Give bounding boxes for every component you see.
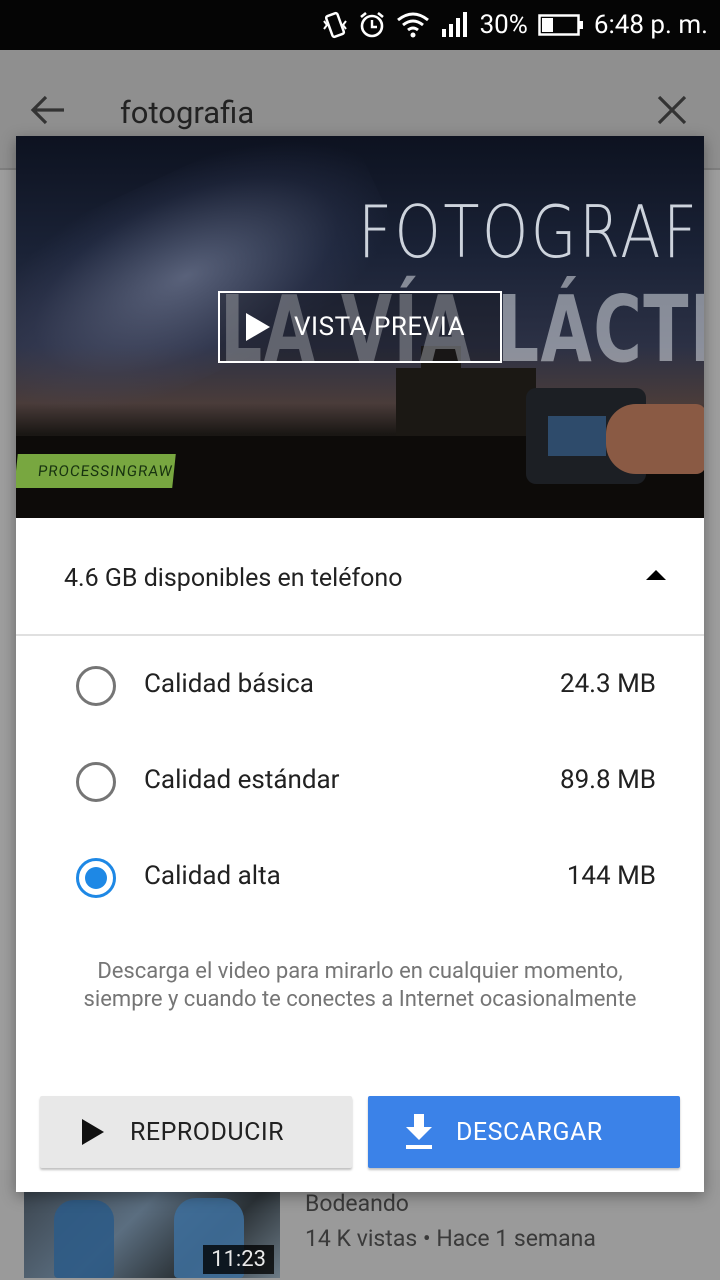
battery-percent: 30% xyxy=(479,10,528,40)
status-bar: 30% 6:48 p. m. xyxy=(0,0,720,50)
wifi-icon xyxy=(396,11,430,39)
close-icon[interactable] xyxy=(654,92,690,128)
quality-size: 89.8 MB xyxy=(559,765,656,795)
search-query[interactable]: fotografia xyxy=(120,94,254,131)
radio-button[interactable] xyxy=(76,762,116,802)
channel-tag: PROCESSINGRAW xyxy=(16,454,176,488)
status-icons: 30% 6:48 p. m. xyxy=(322,0,708,50)
quality-size: 24.3 MB xyxy=(559,669,656,699)
radio-button[interactable] xyxy=(76,666,116,706)
vibrate-icon xyxy=(322,11,348,39)
signal-icon xyxy=(440,11,470,39)
video-thumbnail[interactable]: 11:23 xyxy=(24,1190,280,1278)
radio-button-selected[interactable] xyxy=(76,858,116,898)
clock: 6:48 p. m. xyxy=(593,10,708,40)
quality-size: 144 MB xyxy=(566,861,656,891)
video-preview[interactable]: PROCESSINGRAW FOTOGRAFÍA LA VÍA LÁCTEA V… xyxy=(16,136,704,518)
preview-button-label: VISTA PREVIA xyxy=(294,312,466,342)
download-button[interactable]: DESCARGAR xyxy=(368,1096,680,1168)
download-note: Descarga el video para mirarlo en cualqu… xyxy=(83,959,637,1012)
play-icon xyxy=(82,1119,104,1145)
storage-available: 4.6 GB disponibles en teléfono xyxy=(64,564,403,593)
preview-button[interactable]: VISTA PREVIA xyxy=(218,291,502,363)
quality-label: Calidad alta xyxy=(144,861,281,891)
download-dialog: PROCESSINGRAW FOTOGRAFÍA LA VÍA LÁCTEA V… xyxy=(16,136,704,1192)
play-button-label: REPRODUCIR xyxy=(130,1117,285,1147)
alarm-icon xyxy=(358,11,386,39)
quality-option-standard[interactable]: Calidad estándar 89.8 MB xyxy=(16,747,704,817)
quality-option-basic[interactable]: Calidad básica 24.3 MB xyxy=(16,651,704,721)
play-icon xyxy=(246,313,270,341)
play-button[interactable]: REPRODUCIR xyxy=(40,1096,352,1168)
quality-option-high[interactable]: Calidad alta 144 MB xyxy=(16,843,704,913)
quality-label: Calidad estándar xyxy=(144,765,340,795)
storage-row[interactable]: 4.6 GB disponibles en teléfono xyxy=(16,518,704,636)
preview-title-line1: FOTOGRAFÍA xyxy=(358,190,704,274)
quality-label: Calidad básica xyxy=(144,669,314,699)
download-icon xyxy=(404,1114,434,1150)
video-channel: Bodeando xyxy=(305,1190,409,1217)
video-meta: 14 K vistas • Hace 1 semana xyxy=(305,1225,596,1252)
download-button-label: DESCARGAR xyxy=(456,1117,603,1147)
caret-up-icon[interactable] xyxy=(646,570,666,580)
battery-icon xyxy=(538,13,584,37)
back-arrow-icon[interactable] xyxy=(30,92,66,128)
video-duration: 11:23 xyxy=(203,1245,274,1274)
